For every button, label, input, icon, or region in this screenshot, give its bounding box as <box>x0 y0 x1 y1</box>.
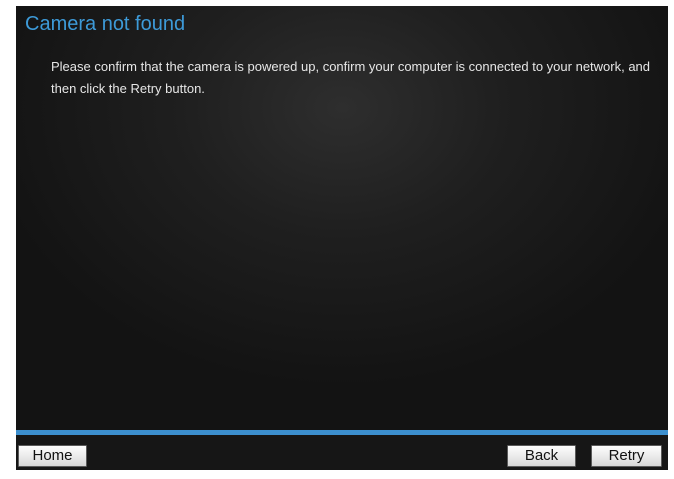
back-button[interactable]: Back <box>507 445 576 467</box>
retry-button[interactable]: Retry <box>591 445 662 467</box>
home-button[interactable]: Home <box>18 445 87 467</box>
page-title: Camera not found <box>25 13 186 35</box>
wizard-panel: Camera not found Please confirm that the… <box>16 6 668 470</box>
footer-bar: Home Back Retry <box>16 435 668 470</box>
error-message: Please confirm that the camera is powere… <box>51 59 651 96</box>
